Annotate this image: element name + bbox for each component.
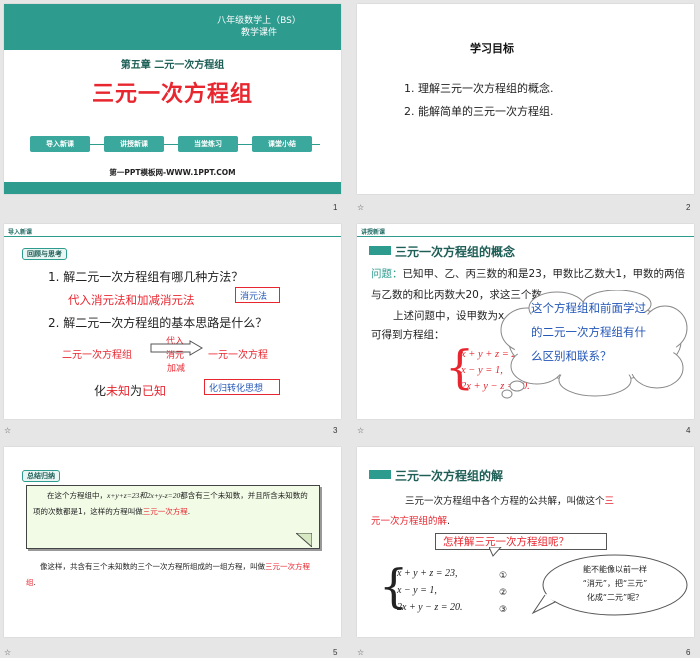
idea-part: 未知 (106, 384, 131, 398)
section-tag: 导入新课 (8, 229, 33, 236)
idea-box-label: 化归转化思想 (209, 384, 264, 394)
nav-intro-button[interactable]: 导入新课 (30, 136, 90, 152)
arrow-bottom-label: 加减 (167, 364, 186, 374)
solution-term: 元一次方程组的解 (371, 516, 448, 527)
summary-label: 总结归纳 (22, 470, 60, 482)
to-label: 一元一次方程 (208, 350, 268, 361)
bubble-line: 化成“二元”呢？ (586, 593, 644, 602)
note-text: 在这个方程组中， (47, 491, 107, 500)
footer-band (4, 182, 341, 194)
solution-heading: 三元一次方程组的解 (395, 469, 504, 483)
slide-number: 1 (333, 203, 338, 212)
equation-number-1: ① (499, 571, 508, 581)
idea-part: 为 (130, 384, 143, 398)
goal-2: 2. 能解简单的三元一次方程组. (404, 105, 554, 118)
arrow-mid-label: 消元 (166, 351, 185, 361)
idea-part: 化 (94, 384, 107, 398)
definition-body: 像这样，共含有三个未知数的三个一次方程所组成的一组方程，叫做 (40, 562, 265, 571)
solution-body: . (447, 516, 451, 527)
slide-4[interactable]: 讲授新课 三元一次方程组的概念 问题：已知甲、乙、丙三数的和是23，甲数比乙数大… (357, 224, 694, 419)
question-1: 1. 解二元一次方程组有哪几种方法？ (48, 270, 244, 284)
slide-5[interactable]: 总结归纳 在这个方程组中，x+y+z=23和2x+y-z=20都含有三个未知数，… (4, 447, 341, 637)
definition-body: . (33, 578, 36, 587)
bubble-line: 能不能像以前一样 (583, 565, 647, 574)
equation-3: 2x + y − z = 20. (397, 602, 463, 613)
tag-underline (357, 236, 694, 237)
equation-number-3: ③ (499, 605, 508, 615)
star-icon: ☆ (357, 426, 365, 435)
note-card: 在这个方程组中，x+y+z=23和2x+y-z=20都含有三个未知数，并且所含未… (26, 485, 320, 549)
page-fold-icon (296, 533, 312, 547)
section-tag: 讲授新课 (361, 229, 386, 236)
goals-heading: 学习目标 (470, 42, 514, 55)
cloud-question: 这个方程组和前面学过的二元一次方程组有什么区别和联系？ (531, 301, 646, 363)
slide-1[interactable]: 八年级数学上（BS） 教学课件 第五章 二元一次方程组 三元一次方程组 导入新课… (4, 4, 341, 194)
course: 教学课件 (240, 28, 277, 38)
setup-text-2: 可得到方程组： (371, 329, 445, 341)
note-text: . (187, 507, 191, 516)
star-icon: ☆ (4, 648, 12, 657)
question-callout-text: 怎样解三元一次方程组呢？ (443, 536, 569, 548)
slide-3[interactable]: 导入新课 回顾与思考 1. 解二元一次方程组有哪几种方法？ 代入消元法和加减消元… (4, 224, 341, 419)
subject: 八年级数学上（BS） (217, 16, 301, 26)
nav-practice-button[interactable]: 当堂练习 (178, 136, 238, 152)
answer-1: 代入消元法和加减消元法 (68, 293, 195, 307)
star-icon: ☆ (4, 426, 12, 435)
solution-term: 三 (604, 496, 615, 507)
method-box-label: 消元法 (240, 292, 268, 302)
star-icon: ☆ (357, 203, 365, 212)
heading-marker (369, 246, 391, 255)
header-text: 八年级数学上（BS） 教学课件 (194, 15, 324, 39)
idea-part: 已知 (142, 384, 167, 398)
note-term: 三元一次方程 (142, 507, 188, 516)
tag-underline (4, 236, 341, 237)
from-label: 二元一次方程组 (62, 350, 132, 361)
definition-text: 像这样，共含有三个未知数的三个一次方程所组成的一组方程，叫做三元一次方程组. (26, 559, 316, 591)
idea-line: 化未知为已知 (94, 382, 166, 399)
question-2: 2. 解二元一次方程组的基本思路是什么？ (48, 316, 268, 330)
slide-number: 5 (333, 648, 338, 657)
nav-teach-button[interactable]: 讲授新课 (104, 136, 164, 152)
question-label: 问题： (371, 268, 403, 280)
slide-6[interactable]: 三元一次方程组的解 三元一次方程组中各个方程的公共解，叫做这个三 元一次方程组的… (357, 447, 694, 637)
bubble-text: 能不能像以前一样 “消元”，把“三元” 化成“二元”呢？ (547, 563, 683, 605)
slide-number: 2 (686, 203, 691, 212)
site-text: 第一PPT模板网-WWW.1PPT.COM (109, 168, 236, 177)
slide-number: 6 (686, 648, 691, 657)
chapter: 第五章 二元一次方程组 (120, 60, 225, 71)
review-label: 回顾与思考 (22, 248, 67, 260)
star-icon: ☆ (357, 648, 365, 657)
slide-number: 3 (333, 426, 338, 435)
equation-number-2: ② (499, 588, 508, 598)
bubble-line: “消元”，把“三元” (582, 579, 648, 588)
concept-heading: 三元一次方程组的概念 (395, 245, 516, 259)
goal-1: 1. 理解三元一次方程组的概念. (404, 82, 554, 95)
nav-summary-button[interactable]: 课堂小结 (252, 136, 312, 152)
solution-text: 三元一次方程组中各个方程的公共解，叫做这个三 元一次方程组的解. (371, 492, 689, 532)
equation-1: x + y + z = 23, (397, 568, 458, 579)
equation-2: x − y = 1, (397, 585, 437, 596)
slide-2[interactable]: 学习目标 1. 理解三元一次方程组的概念. 2. 能解简单的三元一次方程组. (357, 4, 694, 194)
slide-title: 三元一次方程组 (91, 82, 253, 107)
heading-marker (369, 470, 391, 479)
note-equation: x+y+z=23和2x+y-z=20 (107, 491, 181, 500)
solution-body: 三元一次方程组中各个方程的公共解，叫做这个 (405, 496, 605, 507)
slide-number: 4 (686, 426, 691, 435)
